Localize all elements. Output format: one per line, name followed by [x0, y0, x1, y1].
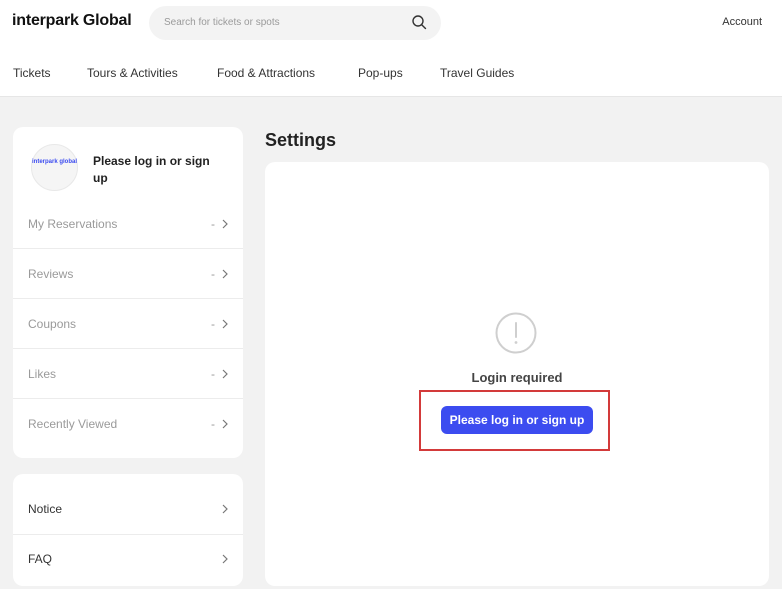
menu-item-label: Notice	[28, 502, 63, 516]
page-title: Settings	[265, 130, 337, 150]
main-nav: Tickets Tours & Activities Food & Attrac…	[0, 66, 782, 86]
menu-item-faq[interactable]: FAQ	[13, 534, 243, 584]
chevron-right-icon	[222, 369, 228, 379]
chevron-right-icon	[222, 319, 228, 329]
menu-item-likes[interactable]: Likes -	[13, 349, 243, 399]
nav-tickets[interactable]: Tickets	[13, 66, 51, 80]
support-card: Notice FAQ	[13, 474, 243, 586]
menu-item-reviews[interactable]: Reviews -	[13, 249, 243, 299]
menu-item-value: -	[211, 217, 215, 231]
chevron-right-icon	[222, 219, 228, 229]
nav-food-attractions[interactable]: Food & Attractions	[217, 66, 315, 80]
nav-pop-ups[interactable]: Pop-ups	[358, 66, 403, 80]
avatar: interpark global	[31, 144, 78, 191]
login-prompt[interactable]: Please log in or sign up	[93, 153, 223, 187]
exclamation-circle-icon	[495, 312, 537, 354]
menu-item-value: -	[211, 367, 215, 381]
settings-panel: Login required Please log in or sign up	[265, 162, 769, 586]
menu-item-label: Reviews	[28, 267, 74, 281]
menu-item-coupons[interactable]: Coupons -	[13, 299, 243, 349]
nav-travel-guides[interactable]: Travel Guides	[440, 66, 514, 80]
nav-tours-activities[interactable]: Tours & Activities	[87, 66, 178, 80]
menu-item-label: Coupons	[28, 317, 77, 331]
profile-card: interpark global Please log in or sign u…	[13, 127, 243, 458]
menu-item-label: FAQ	[28, 552, 53, 566]
search-icon[interactable]	[411, 14, 427, 30]
menu-item-reservations[interactable]: My Reservations -	[13, 199, 243, 249]
login-required-message: Login required	[471, 370, 563, 385]
search-input[interactable]: Search for tickets or spots	[164, 17, 280, 28]
menu-item-value: -	[211, 317, 215, 331]
chevron-right-icon	[222, 504, 228, 514]
chevron-right-icon	[222, 269, 228, 279]
logo[interactable]: interpark Global	[12, 12, 132, 30]
menu-item-label: Likes	[28, 367, 57, 381]
chevron-right-icon	[222, 419, 228, 429]
header: interpark Global Search for tickets or s…	[0, 0, 782, 97]
search-bar[interactable]: Search for tickets or spots	[149, 6, 441, 40]
menu-item-label: My Reservations	[28, 217, 118, 231]
avatar-logo: interpark global	[32, 159, 78, 165]
menu-item-recently-viewed[interactable]: Recently Viewed -	[13, 399, 243, 448]
account-link[interactable]: Account	[722, 16, 762, 28]
menu-item-value: -	[211, 417, 215, 431]
login-signup-button[interactable]: Please log in or sign up	[441, 406, 593, 434]
menu-item-value: -	[211, 267, 215, 281]
chevron-right-icon	[222, 554, 228, 564]
menu-item-notice[interactable]: Notice	[13, 484, 243, 535]
menu-item-label: Recently Viewed	[28, 417, 118, 431]
